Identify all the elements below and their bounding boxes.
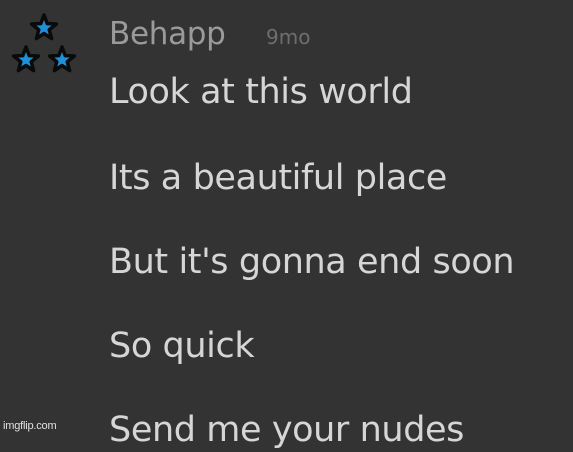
- watermark: imgflip.com: [3, 420, 57, 432]
- three-stars-icon: [11, 13, 77, 73]
- comment: Behapp 9mo Look at this world Its a beau…: [0, 0, 573, 450]
- comment-line: But it's gonna end soon: [109, 242, 515, 282]
- comment-line: Its a beautiful place: [109, 158, 447, 198]
- comment-line: Look at this world: [109, 72, 413, 112]
- comment-username[interactable]: Behapp: [109, 14, 226, 54]
- avatar[interactable]: [8, 10, 80, 76]
- comment-line: So quick: [109, 326, 255, 366]
- comment-line: Send me your nudes: [109, 410, 465, 450]
- comment-timestamp: 9mo: [266, 25, 311, 49]
